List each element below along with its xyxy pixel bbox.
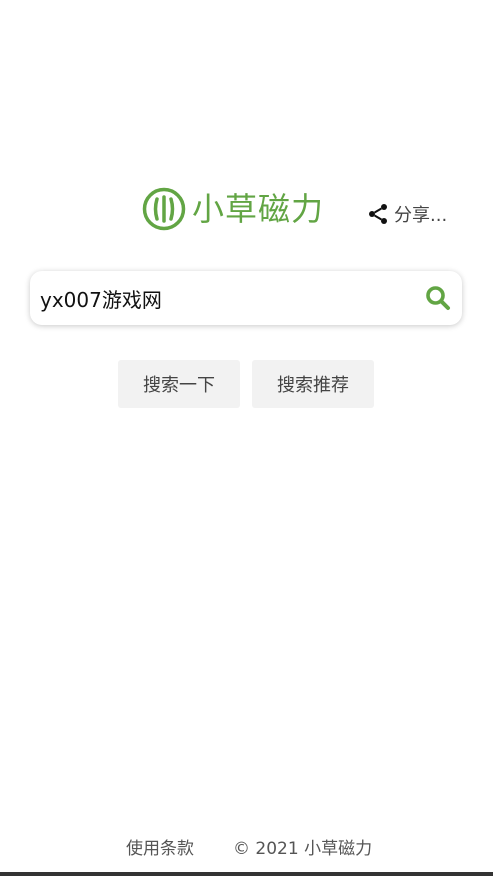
share-label: 分享... xyxy=(394,205,448,226)
logo[interactable]: 小草磁力 xyxy=(142,186,324,232)
page: 小草磁力 分享... 搜索一下 搜索推荐 使用条款 © 2021 小草磁力 xyxy=(0,0,493,876)
logo-text: 小草磁力 xyxy=(192,190,325,228)
search-box xyxy=(30,271,462,325)
copyright-text: © 2021 小草磁力 xyxy=(233,839,373,859)
terms-link[interactable]: 使用条款 xyxy=(126,834,194,859)
search-recommend-button[interactable]: 搜索推荐 xyxy=(252,360,374,408)
footer: 使用条款 © 2021 小草磁力 xyxy=(0,834,493,860)
share-icon xyxy=(369,204,387,224)
share-button[interactable]: 分享... xyxy=(366,200,447,228)
search-icon[interactable] xyxy=(424,284,452,312)
search-button[interactable]: 搜索一下 xyxy=(118,360,240,408)
grass-logo-icon xyxy=(142,187,186,231)
bottom-bar xyxy=(0,872,493,876)
search-input[interactable] xyxy=(40,271,410,325)
